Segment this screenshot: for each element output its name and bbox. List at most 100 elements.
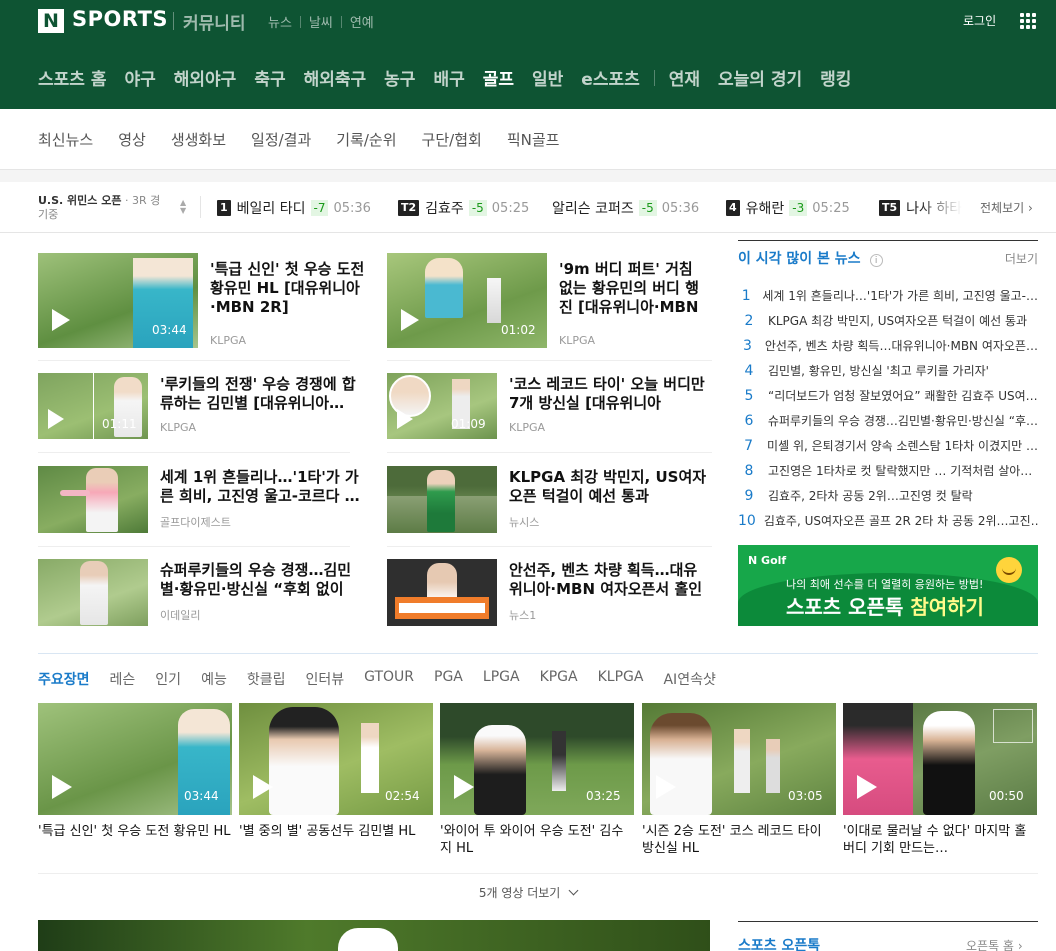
- more-videos-button[interactable]: 5개 영상 더보기: [0, 884, 1056, 901]
- nav-baseball[interactable]: 야구: [124, 65, 155, 90]
- subnav-schedule[interactable]: 일정/결과: [251, 129, 311, 150]
- video-card[interactable]: 02:54 '별 중의 별' 공동선두 김민별 HL: [239, 703, 433, 840]
- news-thumbnail[interactable]: 03:44: [38, 253, 198, 348]
- tab-variety[interactable]: 예능: [201, 669, 227, 689]
- nav-general[interactable]: 일반: [532, 65, 563, 90]
- subnav-latest-news[interactable]: 최신뉴스: [38, 129, 93, 150]
- video-title[interactable]: '특급 신인' 첫 우승 도전 황유민 HL: [38, 823, 232, 840]
- news-headline[interactable]: '특급 신인' 첫 우승 도전 황유민 HL [대유위니아·MBN 2R]: [210, 260, 368, 317]
- subnav-video[interactable]: 영상: [118, 129, 146, 150]
- video-title[interactable]: '이대로 물러날 수 없다' 마지막 홀 버디 기회 만드는…: [843, 823, 1037, 857]
- news-thumbnail[interactable]: [38, 466, 148, 533]
- news-item[interactable]: KLPGA 최강 박민지, US여자오픈 턱걸이 예선 통과 뉴시스: [387, 466, 717, 533]
- news-headline[interactable]: '9m 버디 퍼트' 거침없는 황유민의 버디 행진 [대유위니아·MBN 2R…: [559, 260, 699, 317]
- nav-sports-home[interactable]: 스포츠 홈: [38, 65, 106, 90]
- nav-basketball[interactable]: 농구: [384, 65, 415, 90]
- subnav-records[interactable]: 기록/순위: [336, 129, 396, 150]
- video-card[interactable]: 00:50 '이대로 물러날 수 없다' 마지막 홀 버디 기회 만드는…: [843, 703, 1037, 857]
- tab-klpga[interactable]: KLPGA: [598, 669, 644, 689]
- leaderboard-more-link[interactable]: 전체보기 ›: [962, 199, 1033, 216]
- nav-todays-games[interactable]: 오늘의 경기: [718, 65, 802, 90]
- news-headline[interactable]: 세계 1위 흔들리나…'1타'가 가른 희비, 고진영 울고-코르다 …: [160, 468, 360, 506]
- news-thumbnail[interactable]: 01:09: [387, 373, 497, 439]
- info-icon[interactable]: i: [869, 254, 883, 267]
- news-headline[interactable]: '루키들의 전쟁' 우승 경쟁에 합류하는 김민별 [대유위니아…: [160, 375, 360, 413]
- naver-logo-icon[interactable]: N: [38, 9, 64, 33]
- leader-entry[interactable]: 1 베일리 타디 -7 05:36: [217, 198, 371, 218]
- news-headline[interactable]: KLPGA 최강 박민지, US여자오픈 턱걸이 예선 통과: [509, 468, 709, 506]
- list-item[interactable]: 5 “리더보드가 엄청 잘보였어요” 쾌활한 김효주 US여…: [738, 383, 1038, 408]
- leader-entry[interactable]: 4 유해란 -3 05:25: [726, 198, 850, 218]
- list-item[interactable]: 2 KLPGA 최강 박민지, US여자오픈 턱걸이 예선 통과: [738, 308, 1038, 333]
- video-thumbnail[interactable]: 02:54: [239, 703, 433, 815]
- video-card[interactable]: 03:05 '시즌 2승 도전' 코스 레코드 타이 방신실 HL: [642, 703, 836, 857]
- news-headline[interactable]: '코스 레코드 타이' 오늘 버디만 7개 방신실 [대유위니아·MBN…: [509, 375, 709, 413]
- community-link[interactable]: 커뮤니티: [183, 9, 246, 34]
- list-item[interactable]: 10 김효주, US여자오픈 골프 2R 2타 차 공동 2위…고진…: [738, 508, 1038, 533]
- video-title[interactable]: '시즌 2승 도전' 코스 레코드 타이 방신실 HL: [642, 823, 836, 857]
- news-thumbnail[interactable]: [387, 559, 497, 626]
- nav-soccer[interactable]: 축구: [254, 65, 285, 90]
- tab-hot-clip[interactable]: 핫클립: [247, 669, 286, 689]
- news-thumbnail[interactable]: [387, 466, 497, 533]
- top-link-news[interactable]: 뉴스: [268, 12, 292, 31]
- video-title[interactable]: '와이어 투 와이어 우승 도전' 김수지 HL: [440, 823, 634, 857]
- tournament-selector[interactable]: U.S. 위민스 오픈 · 3R 경기중: [38, 194, 168, 222]
- leader-entry[interactable]: 알리슨 코퍼즈 -5 05:36: [552, 198, 699, 218]
- video-thumbnail[interactable]: 00:50: [843, 703, 1037, 815]
- nav-volleyball[interactable]: 배구: [433, 65, 464, 90]
- nav-world-baseball[interactable]: 해외야구: [174, 65, 237, 90]
- list-item[interactable]: 9 김효주, 2타차 공동 2위…고진영 컷 탈락: [738, 483, 1038, 508]
- news-thumbnail[interactable]: 01:11: [38, 373, 148, 439]
- tab-kpga[interactable]: KPGA: [540, 669, 578, 689]
- nav-ranking[interactable]: 랭킹: [820, 65, 851, 90]
- tab-interview[interactable]: 인터뷰: [305, 669, 344, 689]
- sort-arrows-icon[interactable]: ▲ ▼: [180, 199, 186, 215]
- news-item[interactable]: 세계 1위 흔들리나…'1타'가 가른 희비, 고진영 울고-코르다 … 골프다…: [38, 466, 368, 533]
- subnav-photos[interactable]: 생생화보: [171, 129, 226, 150]
- tab-lpga[interactable]: LPGA: [483, 669, 520, 689]
- tab-gtour[interactable]: GTOUR: [364, 669, 414, 689]
- subnav-pick-n-golf[interactable]: 픽N골프: [507, 129, 560, 150]
- tab-highlights[interactable]: 주요장면: [38, 669, 90, 689]
- app-grid-icon[interactable]: [1020, 13, 1036, 29]
- opentalk-banner[interactable]: N Golf 나의 최애 선수를 더 열렬히 응원하는 방법! 스포츠 오픈톡 …: [738, 545, 1038, 626]
- list-item[interactable]: 7 미셸 위, 은퇴경기서 양속 소렌스탐 1타차 이겼지만 …: [738, 433, 1038, 458]
- tab-popular[interactable]: 인기: [155, 669, 181, 689]
- video-thumbnail[interactable]: 03:44: [38, 703, 232, 815]
- sports-logo[interactable]: SPORTS: [72, 7, 168, 31]
- news-item[interactable]: 01:02 '9m 버디 퍼트' 거침없는 황유민의 버디 행진 [대유위니아·…: [387, 253, 717, 348]
- nav-esports[interactable]: e스포츠: [581, 65, 639, 90]
- video-card[interactable]: 03:44 '특급 신인' 첫 우승 도전 황유민 HL: [38, 703, 232, 840]
- nav-world-soccer[interactable]: 해외축구: [304, 65, 367, 90]
- list-item[interactable]: 6 슈퍼루키들의 우승 경쟁…김민별·황유민·방신실 “후…: [738, 408, 1038, 433]
- list-item[interactable]: 3 안선주, 벤츠 차량 획득…대유위니아·MBN 여자오픈…: [738, 333, 1038, 358]
- news-headline[interactable]: 슈퍼루키들의 우승 경쟁…김민별·황유민·방신실 “후회 없이 …: [160, 561, 360, 599]
- video-thumbnail[interactable]: 03:25: [440, 703, 634, 815]
- news-item[interactable]: 01:11 '루키들의 전쟁' 우승 경쟁에 합류하는 김민별 [대유위니아… …: [38, 373, 368, 439]
- opentalk-home-link[interactable]: 오픈톡 홈 ›: [966, 937, 1023, 951]
- list-item[interactable]: 1 세계 1위 흔들리나…'1타'가 가른 희비, 고진영 울고-…: [738, 283, 1038, 308]
- login-button[interactable]: 로그인: [963, 12, 996, 29]
- news-thumbnail[interactable]: 01:02: [387, 253, 547, 348]
- news-headline[interactable]: 안선주, 벤츠 차량 획득…대유위니아·MBN 여자오픈서 홀인원: [509, 561, 709, 599]
- list-item[interactable]: 8 고진영은 1타차로 컷 탈락했지만 … 기적처럼 살아…: [738, 458, 1038, 483]
- top-link-entertainment[interactable]: 연예: [350, 12, 374, 31]
- nav-golf[interactable]: 골프: [483, 65, 514, 90]
- popular-more-link[interactable]: 더보기: [1005, 250, 1038, 267]
- tab-pga[interactable]: PGA: [434, 669, 463, 689]
- tab-ai-shots[interactable]: AI연속샷: [663, 669, 715, 689]
- nav-series[interactable]: 연재: [669, 65, 700, 90]
- video-card[interactable]: 03:25 '와이어 투 와이어 우승 도전' 김수지 HL: [440, 703, 634, 857]
- news-item[interactable]: 01:09 '코스 레코드 타이' 오늘 버디만 7개 방신실 [대유위니아·M…: [387, 373, 717, 439]
- video-title[interactable]: '별 중의 별' 공동선두 김민별 HL: [239, 823, 433, 840]
- news-item[interactable]: 03:44 '특급 신인' 첫 우승 도전 황유민 HL [대유위니아·MBN …: [38, 253, 368, 348]
- list-item[interactable]: 4 김민별, 황유민, 방신실 '최고 루키를 가리자': [738, 358, 1038, 383]
- news-item[interactable]: 슈퍼루키들의 우승 경쟁…김민별·황유민·방신실 “후회 없이 … 이데일리: [38, 559, 368, 626]
- subnav-associations[interactable]: 구단/협회: [422, 129, 482, 150]
- tab-lesson[interactable]: 레슨: [110, 669, 136, 689]
- news-thumbnail[interactable]: [38, 559, 148, 626]
- featured-image[interactable]: [38, 920, 710, 951]
- news-item[interactable]: 안선주, 벤츠 차량 획득…대유위니아·MBN 여자오픈서 홀인원 뉴스1: [387, 559, 717, 626]
- top-link-weather[interactable]: 날씨: [309, 12, 333, 31]
